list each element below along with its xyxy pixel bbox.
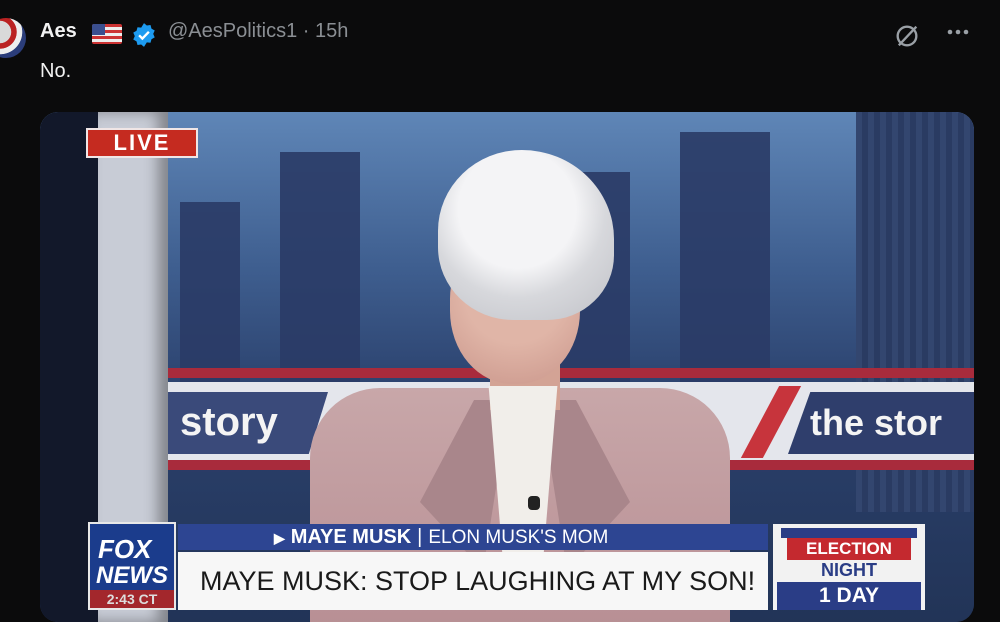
verified-badge-icon bbox=[133, 23, 155, 47]
logo-line-1: FOX bbox=[98, 534, 152, 564]
grok-icon[interactable] bbox=[893, 22, 921, 50]
tweet-text: No. bbox=[40, 60, 72, 82]
more-icon[interactable] bbox=[942, 18, 974, 46]
avatar[interactable] bbox=[0, 18, 26, 58]
election-top-strip bbox=[781, 528, 917, 538]
chyron-name: MAYE MUSK bbox=[290, 526, 412, 548]
election-countdown: 1 DAY bbox=[777, 582, 921, 610]
flag-us-icon bbox=[92, 24, 122, 44]
logo-line-2: NEWS bbox=[96, 562, 168, 589]
live-badge: LIVE bbox=[86, 128, 198, 158]
chyron-separator: | bbox=[417, 526, 423, 548]
lapel-mic-icon bbox=[528, 496, 540, 510]
author-name[interactable]: Aes bbox=[40, 20, 77, 43]
tweet-media-image[interactable]: story the stor LIVE FOX NEWS 2:43 CT ▶ MA… bbox=[40, 112, 974, 622]
news-chyron: FOX NEWS 2:43 CT ▶ MAYE MUSK | ELON MUSK'S … bbox=[88, 522, 926, 612]
election-night-label: NIGHT bbox=[821, 560, 877, 580]
handle-and-time[interactable]: @AesPolitics1 · 15h bbox=[168, 20, 348, 43]
play-arrow-icon: ▶ bbox=[274, 530, 285, 546]
hair bbox=[438, 150, 614, 320]
election-night-badge: ELECTION NIGHT 1 DAY bbox=[773, 524, 925, 610]
backdrop-story-text-right: the stor bbox=[788, 392, 974, 454]
fox-news-logo: FOX NEWS 2:43 CT bbox=[88, 522, 176, 610]
election-label: ELECTION bbox=[787, 538, 911, 560]
tweet-header: Aes @AesPolitics1 · 15h bbox=[0, 14, 1000, 58]
chyron-role: ELON MUSK'S MOM bbox=[428, 527, 609, 548]
broadcast-time: 2:43 CT bbox=[90, 590, 174, 608]
chyron-name-bar: ▶ MAYE MUSK | ELON MUSK'S MOM bbox=[178, 524, 768, 550]
chyron-headline: MAYE MUSK: STOP LAUGHING AT MY SON! bbox=[178, 552, 768, 610]
